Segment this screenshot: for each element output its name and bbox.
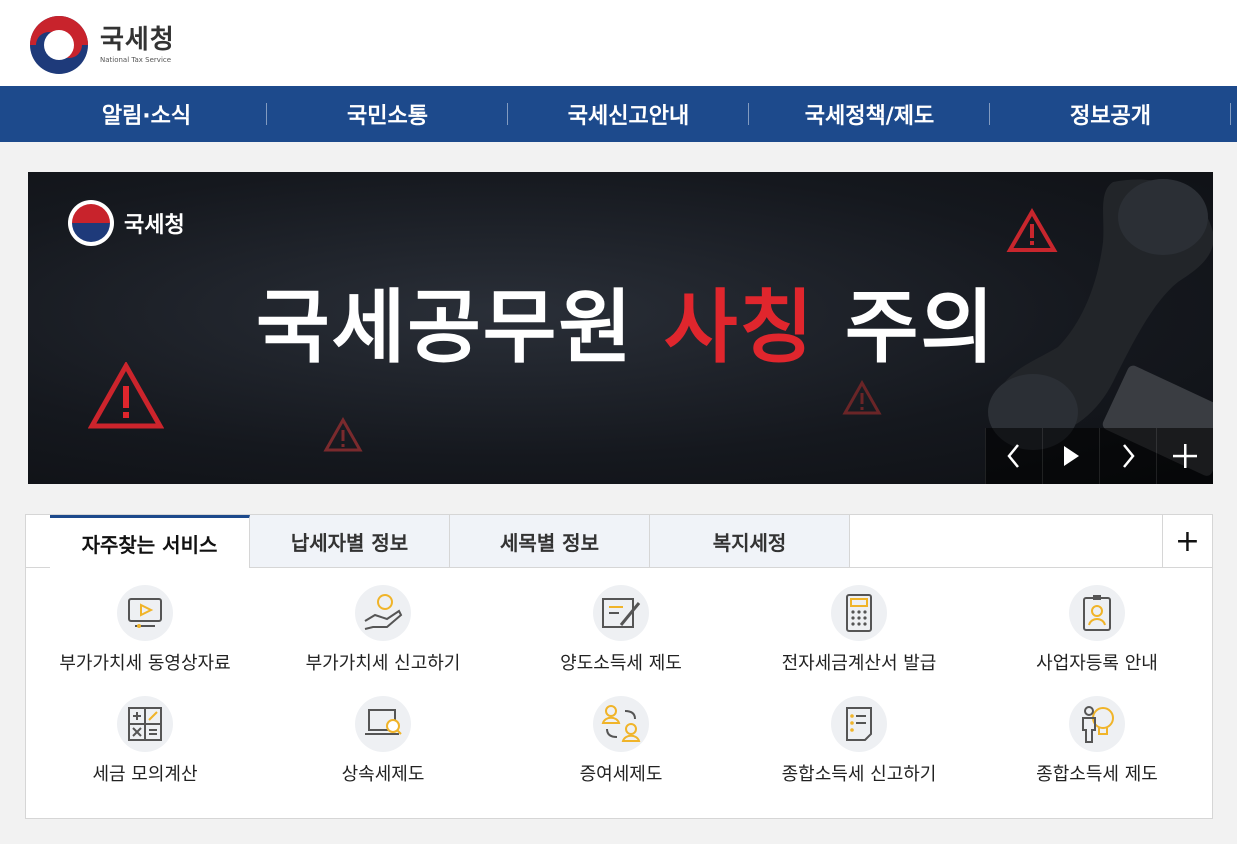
service-inheritance-tax[interactable]: 상속세제도 [264,696,502,807]
service-vat-video[interactable]: 부가가치세 동영상자료 [26,585,264,696]
service-tabs: 자주찾는 서비스 납세자별 정보 세목별 정보 복지세정 + [26,515,1212,568]
tab-frequent-services[interactable]: 자주찾는 서비스 [50,515,250,568]
banner-logo-label: 국세청 [124,213,185,238]
service-vat-filing[interactable]: 부가가치세 신고하기 [264,585,502,696]
taeguk-emblem-icon [30,16,88,74]
checklist-icon [831,696,887,752]
banner-play-button[interactable] [1042,428,1099,484]
service-label: 부가가치세 동영상자료 [59,653,231,674]
laptop-search-icon [355,696,411,752]
nav-item-disclosure[interactable]: 정보공개 [990,86,1231,142]
math-symbols-icon [117,696,173,752]
banner-controls [985,428,1213,484]
services-panel: 자주찾는 서비스 납세자별 정보 세목별 정보 복지세정 + 부가가치세 동영상… [25,514,1213,819]
banner-next-button[interactable] [1099,428,1156,484]
plus-icon [1173,444,1197,468]
service-label: 종합소득세 신고하기 [781,764,937,785]
play-icon [1064,446,1079,466]
logo-subtitle: National Tax Service [100,56,172,64]
site-header: 국세청 National Tax Service [0,0,1237,86]
document-pen-icon [593,585,649,641]
tab-welfare-tax[interactable]: 복지세정 [650,515,850,567]
service-label: 부가가치세 신고하기 [305,653,461,674]
banner-headline: 국세공무원 사칭 주의 [256,280,996,376]
banner-logo: 국세청 [68,200,185,246]
nts-logo[interactable]: 국세청 National Tax Service [30,16,175,74]
id-card-icon [1069,585,1125,641]
service-grid: 부가가치세 동영상자료 부가가치세 신고하기 양도소득세 제도 전자세금계산서 … [26,585,1212,807]
main-nav: 알림·소식 국민소통 국세신고안내 국세정책/제도 정보공개 [0,86,1237,142]
service-label: 세금 모의계산 [92,764,198,785]
person-bulb-icon [1069,696,1125,752]
service-capital-gains[interactable]: 양도소득세 제도 [502,585,740,696]
chevron-right-icon [1123,444,1135,468]
banner-more-button[interactable] [1156,428,1213,484]
headline-part-1: 국세공무원 [256,281,664,374]
tabs-more-button[interactable]: + [1162,515,1212,567]
people-exchange-icon [593,696,649,752]
hand-person-icon [355,585,411,641]
warning-triangle-icon [88,362,164,429]
service-label: 종합소득세 제도 [1036,764,1158,785]
main-banner[interactable]: 국세청 국세공무원 사칭 주의 [28,172,1213,484]
video-monitor-icon [117,585,173,641]
service-label: 상속세제도 [341,764,425,785]
service-e-tax-invoice[interactable]: 전자세금계산서 발급 [740,585,978,696]
service-gift-tax[interactable]: 증여세제도 [502,696,740,807]
service-income-tax-filing[interactable]: 종합소득세 신고하기 [740,696,978,807]
banner-prev-button[interactable] [985,428,1042,484]
service-income-tax-system[interactable]: 종합소득세 제도 [978,696,1216,807]
warning-triangle-icon [323,417,363,452]
chevron-left-icon [1007,444,1019,468]
calculator-icon [831,585,887,641]
service-label: 증여세제도 [579,764,663,785]
service-business-registration[interactable]: 사업자등록 안내 [978,585,1216,696]
nav-item-tax-filing[interactable]: 국세신고안내 [508,86,749,142]
nav-item-communication[interactable]: 국민소통 [267,86,508,142]
service-label: 전자세금계산서 발급 [781,653,937,674]
tab-tax-item-info[interactable]: 세목별 정보 [450,515,650,567]
headline-highlight: 사칭 [663,281,816,374]
nav-item-policy[interactable]: 국세정책/제도 [749,86,990,142]
logo-title: 국세청 [100,25,175,55]
nav-item-news[interactable]: 알림·소식 [26,86,267,142]
service-label: 양도소득세 제도 [560,653,682,674]
service-tax-simulation[interactable]: 세금 모의계산 [26,696,264,807]
service-label: 사업자등록 안내 [1036,653,1158,674]
warning-triangle-icon [842,380,882,415]
taeguk-mini-icon [68,200,114,246]
headline-part-2: 주의 [815,281,997,374]
tab-taxpayer-info[interactable]: 납세자별 정보 [250,515,450,567]
